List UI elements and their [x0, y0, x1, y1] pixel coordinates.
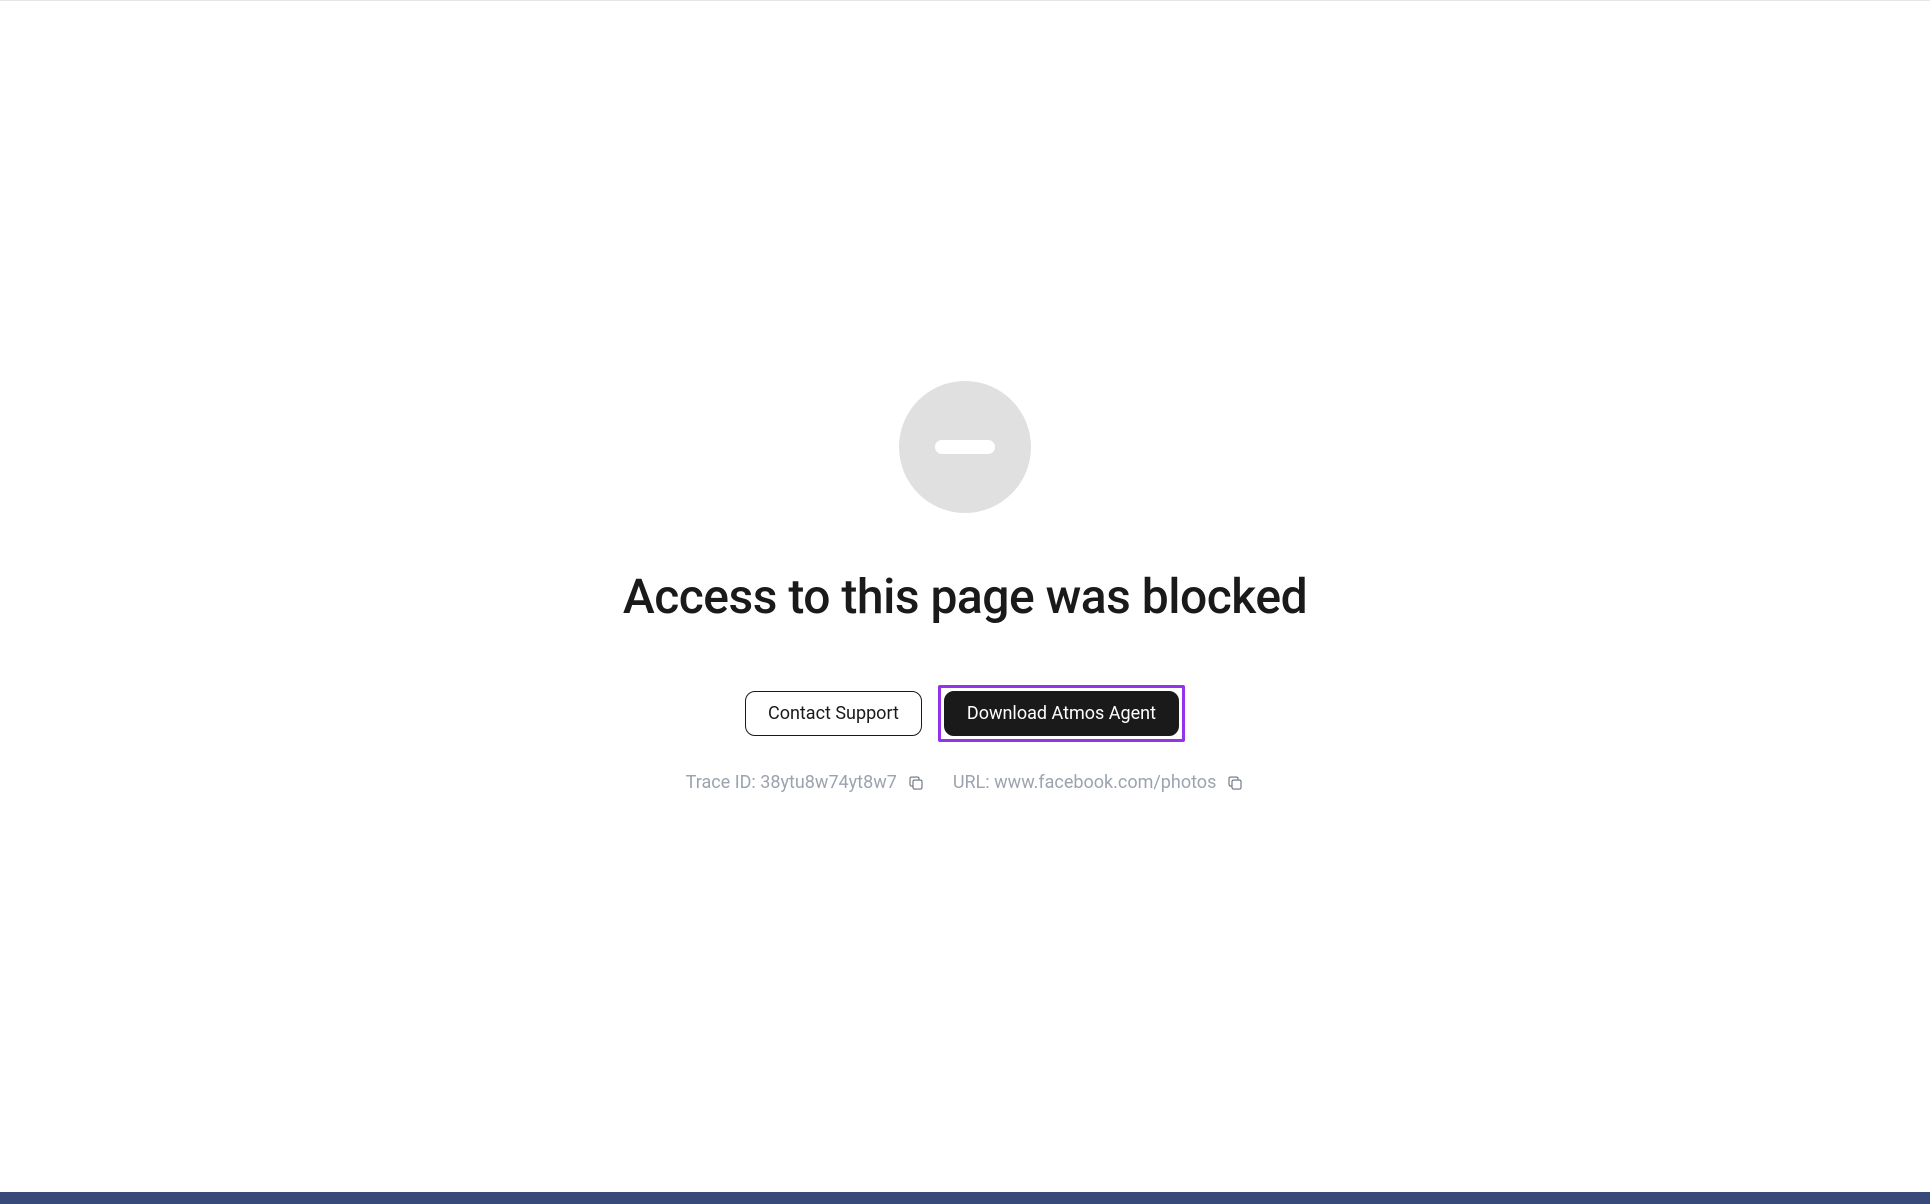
- trace-id-text: Trace ID: 38ytu8w74yt8w7: [686, 772, 897, 793]
- blocked-icon: [899, 381, 1031, 513]
- button-row: Contact Support Download Atmos Agent: [745, 685, 1185, 742]
- dash-icon: [935, 440, 995, 454]
- highlight-box: Download Atmos Agent: [938, 685, 1185, 742]
- blocked-page-container: Access to this page was blocked Contact …: [0, 1, 1930, 793]
- contact-support-button[interactable]: Contact Support: [745, 691, 922, 736]
- url-text: URL: www.facebook.com/photos: [953, 772, 1217, 793]
- page-title: Access to this page was blocked: [623, 568, 1307, 625]
- copy-trace-icon[interactable]: [907, 774, 925, 792]
- bottom-bar: [0, 1192, 1930, 1204]
- info-row: Trace ID: 38ytu8w74yt8w7 URL: www.facebo…: [686, 772, 1245, 793]
- download-agent-button[interactable]: Download Atmos Agent: [944, 691, 1179, 736]
- copy-url-icon[interactable]: [1226, 774, 1244, 792]
- url-item: URL: www.facebook.com/photos: [953, 772, 1245, 793]
- trace-id-item: Trace ID: 38ytu8w74yt8w7: [686, 772, 925, 793]
